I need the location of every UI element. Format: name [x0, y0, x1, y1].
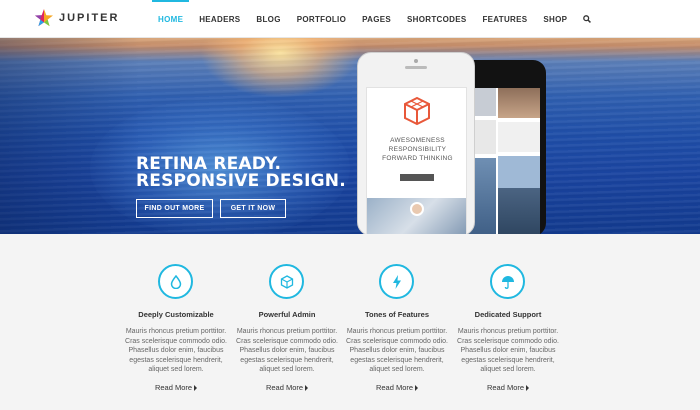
read-more-link[interactable]: Read More: [452, 383, 564, 392]
phone-screen-text: AWESOMENESS RESPONSIBILITY FORWARD THINK…: [367, 136, 466, 163]
caret-right-icon: [194, 384, 198, 391]
phone-white-screen: AWESOMENESS RESPONSIBILITY FORWARD THINK…: [366, 87, 467, 234]
avatar: [410, 202, 424, 216]
phone-screen-line2: RESPONSIBILITY: [388, 146, 447, 153]
feature-icon-circle: [269, 264, 304, 299]
feature-icon-circle: [158, 264, 193, 299]
caret-right-icon: [526, 384, 530, 391]
nav-item-blog[interactable]: BLOG: [248, 0, 288, 38]
nav-item-pages[interactable]: PAGES: [354, 0, 399, 38]
feature-title: Dedicated Support: [474, 310, 542, 319]
feature-title: Tones of Features: [364, 310, 430, 319]
feature-title: Powerful Admin: [258, 310, 316, 319]
nav-item-portfolio[interactable]: PORTFOLIO: [289, 0, 354, 38]
water-drop-icon: [170, 274, 181, 289]
features-section: Deeply Customizable Mauris rhoncus preti…: [0, 234, 700, 410]
nav-item-features[interactable]: FEATURES: [474, 0, 535, 38]
feature-text: Mauris rhoncus pretium porttitor. Cras s…: [457, 328, 559, 373]
phone-screen-line1: AWESOMENESS: [390, 137, 445, 144]
star-logo-icon: [35, 9, 53, 27]
feature-text: Mauris rhoncus pretium porttitor. Cras s…: [346, 328, 448, 373]
hero-headline: RETINA READY. RESPONSIVE DESIGN.: [136, 156, 346, 190]
read-more-label: Read More: [486, 383, 525, 392]
phone-screen-line3: FORWARD THINKING: [382, 155, 453, 162]
main-nav: HOME HEADERS BLOG PORTFOLIO PAGES SHORTC…: [150, 0, 599, 38]
hero-shade: [0, 38, 140, 234]
logo-text: JUPITER: [59, 12, 120, 24]
caret-right-icon: [305, 384, 309, 391]
screen-thumb: [498, 122, 540, 152]
site-header: JUPITER HOME HEADERS BLOG PORTFOLIO PAGE…: [0, 0, 700, 38]
search-button[interactable]: [575, 0, 599, 38]
cube-logo-icon: [404, 96, 430, 126]
read-more-link[interactable]: Read More: [231, 383, 343, 392]
feature-title: Deeply Customizable: [138, 310, 214, 319]
screen-thumb: [498, 88, 540, 118]
phone-screen-photo: [367, 198, 466, 234]
read-more-label: Read More: [375, 383, 414, 392]
feature-text: Mauris rhoncus pretium porttitor. Cras s…: [125, 328, 227, 373]
phone-speaker: [405, 66, 427, 69]
umbrella-icon: [501, 275, 514, 289]
hero-banner: RETINA READY. RESPONSIVE DESIGN. FIND OU…: [0, 38, 700, 234]
nav-item-headers[interactable]: HEADERS: [191, 0, 248, 38]
screen-thumb: [498, 156, 540, 234]
nav-item-shortcodes[interactable]: SHORTCODES: [399, 0, 474, 38]
lightning-icon: [392, 274, 401, 289]
caret-right-icon: [415, 384, 419, 391]
feature-icon-circle: [379, 264, 414, 299]
logo[interactable]: JUPITER: [35, 9, 119, 27]
nav-item-home[interactable]: HOME: [150, 0, 191, 38]
nav-item-shop[interactable]: SHOP: [535, 0, 575, 38]
read-more-label: Read More: [265, 383, 304, 392]
feature-text: Mauris rhoncus pretium porttitor. Cras s…: [236, 328, 338, 373]
read-more-link[interactable]: Read More: [341, 383, 453, 392]
hero-buttons: FIND OUT MORE GET IT NOW: [136, 199, 286, 218]
phone-camera: [414, 59, 418, 63]
phone-screen-button: [400, 174, 434, 181]
cube-icon: [280, 274, 293, 289]
read-more-link[interactable]: Read More: [120, 383, 232, 392]
feature-icon-circle: [490, 264, 525, 299]
search-icon: [583, 15, 592, 23]
hero-headline-line2: RESPONSIVE DESIGN.: [136, 171, 346, 191]
phone-mockup-white: AWESOMENESS RESPONSIBILITY FORWARD THINK…: [357, 52, 475, 234]
read-more-label: Read More: [154, 383, 193, 392]
get-it-now-button[interactable]: GET IT NOW: [220, 199, 286, 218]
find-out-more-button[interactable]: FIND OUT MORE: [136, 199, 213, 218]
